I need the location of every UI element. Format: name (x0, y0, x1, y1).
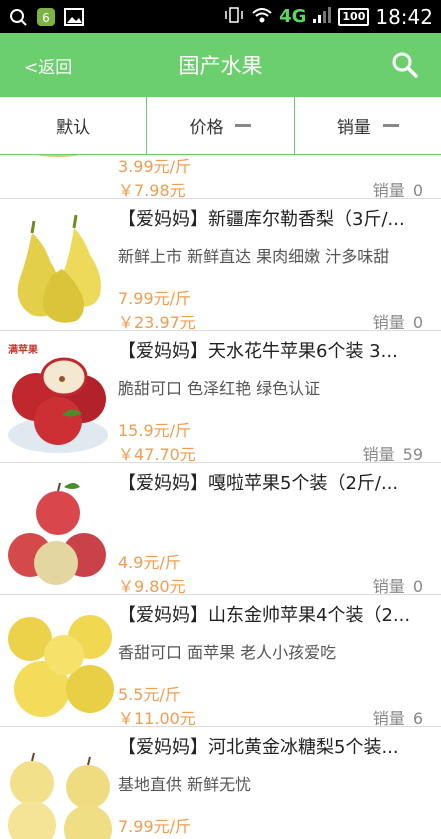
list-item[interactable]: 【爱妈妈】河北黄金冰糖梨5个装... 基地直供 新鲜无忧 7.99元/斤 (0, 727, 441, 839)
list-item[interactable]: 3.99元/斤 ￥7.98元 销量 0 (0, 155, 441, 200)
sort-indicator-icon (382, 124, 399, 127)
pear-icon (8, 752, 112, 839)
unit-price: 4.9元/斤 (118, 553, 181, 572)
product-description: 脆甜可口 色泽红艳 绿色认证 (118, 379, 321, 398)
search-icon[interactable] (391, 51, 419, 79)
sort-sales-label: 销量 (336, 118, 371, 138)
sales-count: 销量 6 (372, 709, 423, 728)
nav-bar: <返回 国产水果 (0, 33, 441, 97)
sales-count: 销量 59 (362, 445, 423, 464)
total-price: ￥11.00元 (118, 709, 196, 728)
signal-icon (312, 6, 332, 27)
brand-tag: 满苹果 (8, 345, 38, 356)
product-title: 【爱妈妈】新疆库尔勒香梨（3斤/... (118, 209, 405, 230)
list-item[interactable]: 满苹果 【爱妈妈】天水花牛苹果6个装 3... 脆甜可口 色泽红艳 绿色认证 1… (0, 331, 441, 464)
network-type: 4G (279, 6, 307, 27)
unit-price: 7.99元/斤 (118, 817, 192, 836)
product-description: 香甜可口 面苹果 老人小孩爱吃 (118, 643, 337, 662)
unit-price: 15.9元/斤 (118, 421, 192, 440)
sort-indicator-icon (235, 124, 252, 127)
sort-price-tab[interactable]: 价格 (147, 97, 295, 154)
list-item[interactable]: 【爱妈妈】嘎啦苹果5个装（2斤/... 4.9元/斤 ￥9.80元 销量 0 (0, 463, 441, 596)
yellow-apple-icon (8, 615, 114, 717)
unit-price: 7.99元/斤 (118, 289, 192, 308)
search-notification-icon (8, 7, 28, 27)
product-title: 【爱妈妈】嘎啦苹果5个装（2斤/... (118, 473, 399, 494)
pear-icon (35, 155, 81, 157)
sort-price-label: 价格 (189, 118, 224, 138)
status-bar: 6 4G 100 18:42 (0, 0, 441, 33)
pear-icon (17, 214, 101, 323)
product-list[interactable]: 3.99元/斤 ￥7.98元 销量 0 【爱妈妈】新疆库尔勒香梨（3斤/... 新… (0, 155, 441, 839)
battery-level: 100 (338, 7, 370, 26)
product-title: 【爱妈妈】山东金帅苹果4个装（2... (118, 605, 411, 626)
sort-bar: 默认 价格 销量 (0, 97, 441, 155)
back-button[interactable]: <返回 (24, 53, 72, 78)
sales-count: 销量 0 (372, 181, 423, 200)
total-price: ￥7.98元 (118, 181, 186, 200)
wifi-icon (251, 6, 273, 28)
sales-count: 销量 0 (372, 313, 423, 332)
image-notification-icon (64, 7, 84, 27)
product-title: 【爱妈妈】河北黄金冰糖梨5个装... (118, 737, 399, 758)
list-item[interactable]: 【爱妈妈】新疆库尔勒香梨（3斤/... 新鲜上市 新鲜直达 果肉细嫩 汁多味甜 … (0, 199, 441, 332)
svg-text:6: 6 (42, 11, 50, 25)
list-item[interactable]: 【爱妈妈】山东金帅苹果4个装（2... 香甜可口 面苹果 老人小孩爱吃 5.5元… (0, 595, 441, 728)
total-price: ￥9.80元 (118, 577, 186, 596)
total-price: ￥23.97元 (118, 313, 196, 332)
sort-sales-tab[interactable]: 销量 (295, 97, 441, 154)
product-description: 基地直供 新鲜无忧 (118, 775, 252, 794)
unit-price: 5.5元/斤 (118, 685, 181, 704)
clock: 18:42 (375, 4, 433, 29)
total-price: ￥47.70元 (118, 445, 196, 464)
vibrate-icon (223, 6, 245, 28)
apple-icon (8, 482, 106, 585)
unit-price: 3.99元/斤 (118, 157, 192, 176)
sales-count: 销量 0 (372, 577, 423, 596)
product-description: 新鲜上市 新鲜直达 果肉细嫩 汁多味甜 (118, 247, 390, 266)
sort-default-label: 默认 (56, 118, 91, 138)
sort-default-tab[interactable]: 默认 (0, 97, 148, 154)
product-title: 【爱妈妈】天水花牛苹果6个装 3... (118, 341, 398, 362)
app-notification-icon: 6 (36, 7, 56, 27)
